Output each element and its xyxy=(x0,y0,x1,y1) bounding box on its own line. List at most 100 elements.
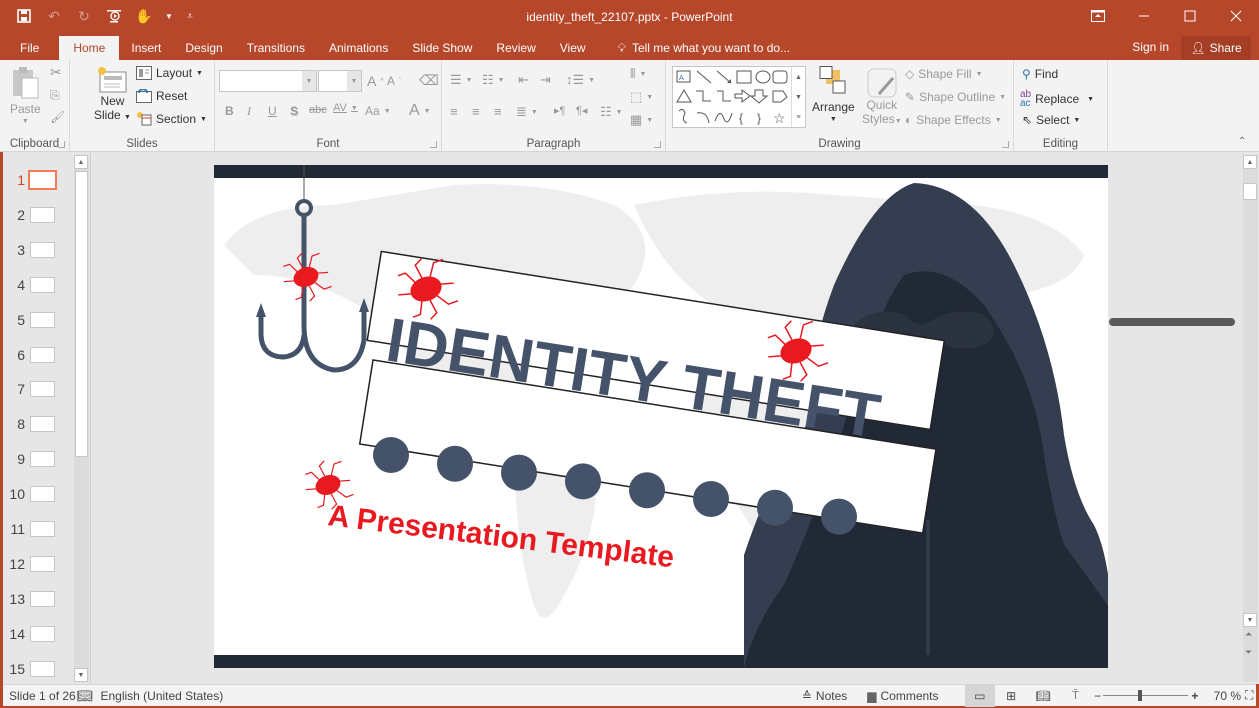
slide-thumbnail-11[interactable]: 11 xyxy=(3,517,78,552)
cut-icon[interactable]: ✂ xyxy=(50,64,62,81)
font-color-button[interactable]: A ▼ xyxy=(409,102,431,120)
slide-thumbnail-14[interactable]: 14 xyxy=(3,622,78,657)
align-center-button[interactable]: ≡ xyxy=(472,104,480,119)
thumbnails-scrollbar[interactable]: ▲ ▼ xyxy=(74,155,89,682)
minimize-button[interactable] xyxy=(1121,0,1167,32)
copy-icon[interactable]: ⎘ xyxy=(50,88,60,103)
justify-button[interactable]: ≣ ▼ xyxy=(516,104,538,120)
gallery-scroll-down[interactable]: ▼ xyxy=(791,87,805,107)
shapes-gallery[interactable]: A { } ☆ ▲ ▼ ≡ xyxy=(672,66,806,128)
scroll-thumb[interactable] xyxy=(75,171,88,457)
chevron-down-icon[interactable]: ▼ xyxy=(302,71,316,91)
numbering-button[interactable]: ☷ ▼ xyxy=(482,72,505,88)
text-direction-button[interactable]: ⫴ ▼ xyxy=(630,66,646,82)
new-slide-button[interactable]: New Slide ▼ xyxy=(94,66,131,122)
reset-button[interactable]: Reset xyxy=(136,89,187,103)
line-spacing-button[interactable]: ↕☰ ▼ xyxy=(566,72,595,88)
slide-sorter-button[interactable]: ⊞ xyxy=(995,685,1027,707)
next-slide-icon[interactable]: ⏷ xyxy=(1245,647,1252,658)
zoom-slider[interactable] xyxy=(1103,685,1189,707)
slide-thumbnail-13[interactable]: 13 xyxy=(3,587,78,622)
scroll-down-icon[interactable]: ▼ xyxy=(74,668,88,682)
normal-view-button[interactable]: ▭ xyxy=(964,684,995,707)
tab-file[interactable]: File xyxy=(0,36,59,60)
sign-in-link[interactable]: Sign in xyxy=(1132,40,1169,54)
clear-formatting-icon[interactable]: ⌫ xyxy=(419,72,439,89)
columns-button[interactable]: ☷ ▼ xyxy=(600,104,623,120)
slide-thumbnail-10[interactable]: 10 xyxy=(3,482,78,517)
language-indicator[interactable]: English (United States) xyxy=(100,685,269,707)
slide-thumbnail-8[interactable]: 8 xyxy=(3,412,78,447)
maximize-button[interactable] xyxy=(1167,0,1213,32)
find-button[interactable]: ⚲ Find xyxy=(1022,67,1058,81)
clipboard-launcher-icon[interactable] xyxy=(58,141,65,148)
quick-styles-button[interactable]: Quick Styles▼ xyxy=(862,66,902,126)
section-button[interactable]: Section ▼ xyxy=(136,112,207,126)
previous-slide-icon[interactable]: ⏶ xyxy=(1245,629,1252,640)
shrink-font-button[interactable]: Aˇ xyxy=(387,74,401,88)
font-size-input[interactable]: ▼ xyxy=(318,70,362,92)
slideshow-button[interactable]: ⍑ xyxy=(1059,685,1091,707)
rtl-button[interactable]: ¶◂ xyxy=(576,104,587,117)
zoom-slider-thumb[interactable] xyxy=(1138,689,1143,701)
shape-effects-button[interactable]: ◐ Shape Effects ▼ xyxy=(905,113,1002,127)
scroll-down-icon[interactable]: ▼ xyxy=(1243,613,1257,627)
fit-to-window-icon[interactable]: ⛶ xyxy=(1242,685,1256,707)
slide-thumbnail-3[interactable]: 3 xyxy=(3,238,78,273)
tab-transitions[interactable]: Transitions xyxy=(235,36,317,60)
align-left-button[interactable]: ≡ xyxy=(450,104,458,119)
slide-canvas[interactable]: IDENTITY THEFT A Presentation Template xyxy=(214,165,1108,668)
ribbon-display-options-button[interactable] xyxy=(1075,0,1121,32)
align-text-button[interactable]: ⬚ ▼ xyxy=(630,89,653,105)
zoom-out-button[interactable]: − xyxy=(1092,685,1104,707)
increase-indent-button[interactable]: ⇥ xyxy=(540,72,551,88)
drawing-launcher-icon[interactable] xyxy=(1002,141,1009,148)
slide-thumbnail-12[interactable]: 12 xyxy=(3,552,78,587)
character-spacing-button[interactable]: AV ▼ xyxy=(333,102,358,114)
align-right-button[interactable]: ≡ xyxy=(494,104,502,119)
italic-button[interactable]: I xyxy=(247,104,251,119)
share-button[interactable]: 👤︎ Share xyxy=(1181,36,1251,60)
tab-animations[interactable]: Animations xyxy=(317,36,400,60)
bold-button[interactable]: B xyxy=(225,104,234,118)
notes-button[interactable]: ≙ Notes xyxy=(802,685,847,707)
smartart-button[interactable]: ▦ ▼ xyxy=(630,112,653,128)
decrease-indent-button[interactable]: ⇤ xyxy=(518,72,529,88)
change-case-button[interactable]: Aa ▼ xyxy=(365,104,391,118)
shape-outline-button[interactable]: ✎ Shape Outline ▼ xyxy=(905,90,1006,104)
editor-scrollbar[interactable]: ▲ ▼ ⏶ ⏷ xyxy=(1243,155,1258,682)
gallery-scroll-up[interactable]: ▲ xyxy=(791,67,805,87)
slide-thumbnail-5[interactable]: 5 xyxy=(3,308,78,343)
slide-thumbnail-4[interactable]: 4 xyxy=(3,273,78,308)
shape-fill-button[interactable]: ◇ Shape Fill ▼ xyxy=(905,67,983,81)
tab-design[interactable]: Design xyxy=(173,36,234,60)
tab-insert[interactable]: Insert xyxy=(119,36,173,60)
spelling-check-icon[interactable]: 📖︎ xyxy=(77,685,101,707)
replace-button[interactable]: ab ac Replace ▼ xyxy=(1020,90,1094,109)
bullets-button[interactable]: ☰ ▼ xyxy=(450,72,473,88)
tab-view[interactable]: View xyxy=(548,36,598,60)
slide-thumbnail-9[interactable]: 9 xyxy=(3,447,78,482)
zoom-level[interactable]: 70 % xyxy=(1214,685,1243,707)
layout-button[interactable]: Layout ▼ xyxy=(136,66,203,80)
paste-button[interactable]: Paste ▼ xyxy=(10,64,41,125)
grow-font-button[interactable]: A ^ xyxy=(367,73,384,89)
tell-me-box[interactable]: 💡︎ Tell me what you want to do... xyxy=(606,36,803,60)
tab-review[interactable]: Review xyxy=(484,36,547,60)
slide-thumbnail-7[interactable]: 7 xyxy=(3,377,78,412)
scroll-up-icon[interactable]: ▲ xyxy=(1243,155,1257,169)
tab-slide-show[interactable]: Slide Show xyxy=(400,36,484,60)
reading-view-button[interactable]: 📖︎ xyxy=(1027,685,1059,707)
slide-resize-handle[interactable] xyxy=(1109,318,1235,326)
gallery-more[interactable]: ≡ xyxy=(791,107,805,127)
paragraph-launcher-icon[interactable] xyxy=(654,141,661,148)
slide-thumbnail-2[interactable]: 2 xyxy=(3,203,78,238)
chevron-down-icon[interactable]: ▼ xyxy=(347,71,361,91)
zoom-in-button[interactable]: + xyxy=(1188,685,1202,707)
underline-button[interactable]: U xyxy=(268,104,277,118)
format-painter-icon[interactable]: 🖌︎ xyxy=(50,110,65,124)
slide-thumbnail-1[interactable]: 1 xyxy=(3,168,78,203)
shadow-button[interactable]: S xyxy=(290,104,298,118)
tab-home[interactable]: Home xyxy=(59,36,120,60)
collapse-ribbon-icon[interactable]: ⌃ xyxy=(1238,136,1246,147)
